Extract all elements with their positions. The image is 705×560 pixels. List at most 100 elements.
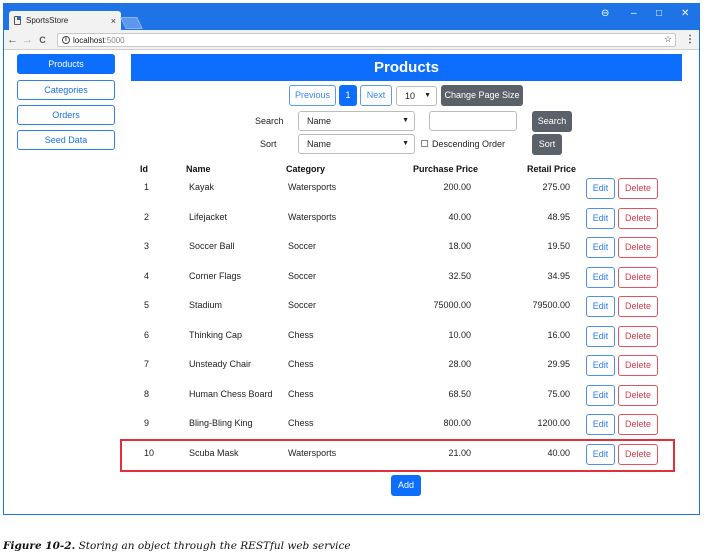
previous-button[interactable]: Previous — [289, 85, 336, 106]
delete-button[interactable]: Delete — [618, 414, 658, 435]
cell-category: Soccer — [288, 300, 317, 310]
edit-button[interactable]: Edit — [586, 385, 615, 406]
figure-caption: Figure 10-2. Storing an object through t… — [3, 540, 351, 552]
edit-button[interactable]: Edit — [586, 267, 615, 288]
search-field-select[interactable]: Name ▼ — [298, 111, 415, 131]
caret-down-icon: ▼ — [402, 117, 409, 124]
delete-button[interactable]: Delete — [618, 237, 658, 258]
cell-retail-price: 275.00 — [542, 182, 570, 192]
forward-icon[interactable]: → — [21, 34, 34, 46]
cell-category: Soccer — [288, 241, 317, 251]
cell-name: Stadium — [189, 300, 223, 310]
cell-retail-price: 16.00 — [547, 330, 570, 340]
cell-name: Lifejacket — [189, 212, 228, 222]
sort-field-select[interactable]: Name ▼ — [298, 134, 415, 154]
delete-button[interactable]: Delete — [618, 385, 658, 406]
page-1-button[interactable]: 1 — [339, 85, 357, 106]
star-icon[interactable]: ☆ — [664, 34, 672, 45]
cell-purchase-price: 800.00 — [443, 418, 471, 428]
page-title: Products — [131, 54, 682, 81]
cell-retail-price: 1200.00 — [537, 418, 570, 428]
cell-category: Chess — [288, 359, 314, 369]
edit-button[interactable]: Edit — [586, 208, 615, 229]
cell-retail-price: 34.95 — [547, 271, 570, 281]
search-input[interactable] — [429, 111, 517, 131]
cell-category: Chess — [288, 389, 314, 399]
url-host: localhost — [73, 35, 105, 45]
header-name: Name — [186, 164, 211, 174]
next-button[interactable]: Next — [360, 85, 392, 106]
highlight-box — [120, 439, 675, 472]
sidebar-item-categories[interactable]: Categories — [17, 80, 115, 100]
edit-button[interactable]: Edit — [586, 178, 615, 199]
browser-tab[interactable]: SportsStore × — [9, 11, 121, 30]
url-input[interactable]: i localhost:5000 ☆ — [57, 33, 676, 47]
add-button[interactable]: Add — [391, 475, 421, 496]
new-tab-button[interactable] — [120, 17, 143, 29]
cell-name: Kayak — [189, 182, 215, 192]
cell-id: 8 — [144, 389, 150, 399]
menu-icon[interactable]: ⋮ — [685, 34, 695, 45]
cell-purchase-price: 68.50 — [448, 389, 471, 399]
delete-button[interactable]: Delete — [618, 178, 658, 199]
cell-purchase-price: 32.50 — [448, 271, 471, 281]
cell-retail-price: 48.95 — [547, 212, 570, 222]
cell-name: Soccer Ball — [189, 241, 235, 251]
cell-purchase-price: 28.00 — [448, 359, 471, 369]
cell-name: Corner Flags — [189, 271, 242, 281]
page-icon — [14, 16, 21, 25]
sort-label: Sort — [260, 139, 277, 149]
sidebar-item-orders[interactable]: Orders — [17, 105, 115, 125]
tab-close-icon[interactable]: × — [111, 16, 116, 26]
close-icon[interactable]: ✕ — [681, 8, 689, 20]
account-icon[interactable]: ⊖ — [601, 8, 609, 20]
info-icon[interactable]: i — [62, 36, 70, 44]
change-page-size-button[interactable]: Change Page Size — [441, 85, 523, 106]
search-field-value: Name — [307, 116, 332, 126]
back-icon[interactable]: ← — [6, 34, 19, 46]
maximize-icon[interactable]: □ — [656, 8, 662, 20]
address-bar: ← → C i localhost:5000 ☆ ⋮ — [4, 30, 699, 50]
delete-button[interactable]: Delete — [618, 355, 658, 376]
cell-id: 3 — [144, 241, 150, 251]
cell-id: 4 — [144, 271, 150, 281]
delete-button[interactable]: Delete — [618, 326, 658, 347]
cell-retail-price: 29.95 — [547, 359, 570, 369]
cell-category: Soccer — [288, 271, 317, 281]
sidebar-item-products[interactable]: Products — [17, 54, 115, 74]
edit-button[interactable]: Edit — [586, 237, 615, 258]
figure-number: Figure 10-2. — [3, 540, 76, 552]
header-retail-price: Retail Price — [527, 164, 577, 174]
cell-purchase-price: 18.00 — [448, 241, 471, 251]
cell-retail-price: 75.00 — [547, 389, 570, 399]
edit-button[interactable]: Edit — [586, 355, 615, 376]
reload-icon[interactable]: C — [36, 35, 49, 45]
delete-button[interactable]: Delete — [618, 296, 658, 317]
cell-name: Unsteady Chair — [189, 359, 252, 369]
cell-id: 6 — [144, 330, 150, 340]
caret-down-icon: ▼ — [402, 140, 409, 147]
browser-titlebar: SportsStore × ⊖ – □ ✕ — [4, 4, 699, 30]
cell-id: 9 — [144, 418, 150, 428]
cell-id: 7 — [144, 359, 150, 369]
delete-button[interactable]: Delete — [618, 208, 658, 229]
search-button[interactable]: Search — [532, 111, 572, 132]
descending-checkbox[interactable] — [421, 140, 428, 147]
cell-category: Watersports — [288, 182, 337, 192]
caret-down-icon: ▼ — [424, 92, 431, 99]
sidebar-item-seed-data[interactable]: Seed Data — [17, 130, 115, 150]
edit-button[interactable]: Edit — [586, 326, 615, 347]
cell-name: Human Chess Board — [189, 389, 273, 399]
edit-button[interactable]: Edit — [586, 414, 615, 435]
edit-button[interactable]: Edit — [586, 296, 615, 317]
cell-category: Watersports — [288, 212, 337, 222]
minimize-icon[interactable]: – — [631, 8, 637, 20]
delete-button[interactable]: Delete — [618, 267, 658, 288]
sort-button[interactable]: Sort — [532, 134, 562, 155]
figure-caption-text: Storing an object through the RESTful we… — [78, 540, 351, 552]
page-size-select[interactable]: 10 ▼ — [396, 86, 437, 106]
tab-title: SportsStore — [26, 16, 69, 25]
header-id: Id — [140, 164, 148, 174]
cell-id: 5 — [144, 300, 150, 310]
cell-purchase-price: 10.00 — [448, 330, 471, 340]
